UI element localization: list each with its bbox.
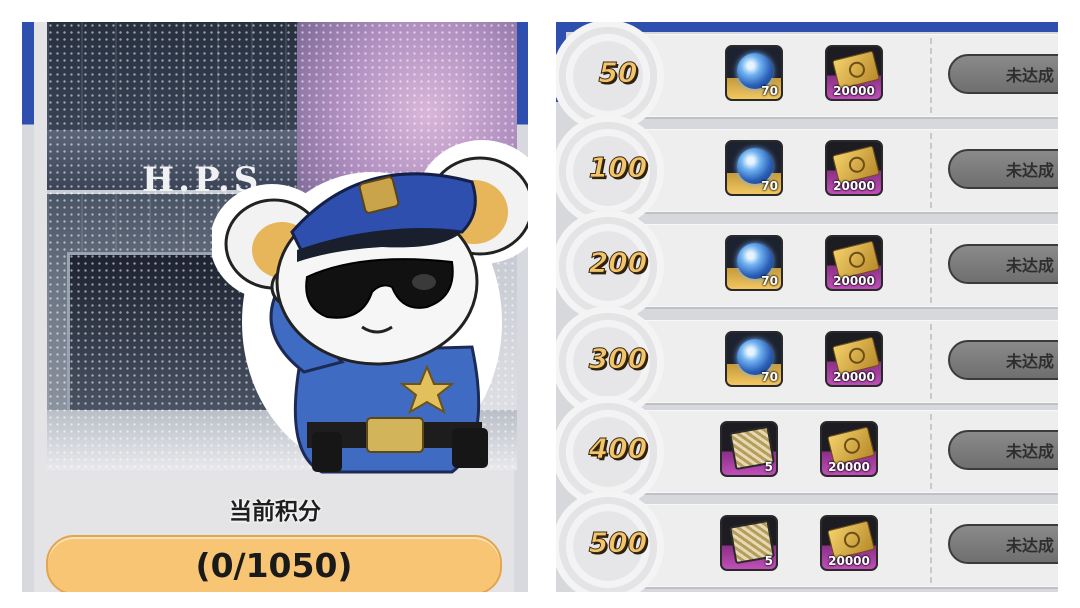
row-divider [930, 38, 932, 113]
reward-quantity: 5 [764, 554, 773, 568]
milestone-row: 200 70 20000 未达成 [556, 210, 1058, 322]
row-divider [930, 508, 932, 583]
milestone-points: 500 [588, 526, 648, 560]
claim-status-button[interactable]: 未达成 [948, 244, 1058, 284]
blue-orb-icon[interactable]: 70 [725, 331, 783, 387]
gold-ticket-icon[interactable]: 20000 [820, 515, 878, 571]
current-score-label: 当前积分 [229, 499, 321, 525]
blue-orb-icon[interactable]: 70 [725, 45, 783, 101]
row-divider [930, 228, 932, 303]
reward-quantity: 70 [761, 274, 778, 288]
image-gap [528, 0, 556, 608]
milestone-points: 50 [598, 56, 638, 90]
milestone-row: 500 5 20000 未达成 [556, 490, 1058, 592]
blue-orb-icon[interactable]: 70 [725, 235, 783, 291]
claim-status-label: 未达成 [1006, 352, 1055, 371]
reward-quantity: 70 [761, 179, 778, 193]
current-score-display: (0/1050) [46, 535, 502, 592]
card-pack-icon[interactable]: 5 [720, 515, 778, 571]
reward-quantity: 20000 [833, 370, 875, 384]
reward-quantity: 20000 [833, 274, 875, 288]
card-pack-icon[interactable]: 5 [720, 421, 778, 477]
row-divider [930, 133, 932, 208]
milestone-points: 400 [588, 432, 648, 466]
milestone-points: 100 [588, 151, 648, 185]
gold-ticket-icon[interactable]: 20000 [825, 45, 883, 101]
milestone-points: 200 [588, 246, 648, 280]
reward-quantity: 20000 [833, 179, 875, 193]
claim-status-button[interactable]: 未达成 [948, 149, 1058, 189]
gold-ticket-icon[interactable]: 20000 [825, 331, 883, 387]
blue-orb-icon[interactable]: 70 [725, 140, 783, 196]
claim-status-button[interactable]: 未达成 [948, 340, 1058, 380]
row-divider [930, 324, 932, 399]
reward-quantity: 20000 [828, 554, 870, 568]
gold-ticket-icon[interactable]: 20000 [825, 140, 883, 196]
milestone-points: 300 [588, 342, 648, 376]
gold-ticket-icon[interactable]: 20000 [825, 235, 883, 291]
event-banner-panel: H.P.S 当前积分 (0/1050) [22, 22, 528, 592]
claim-status-label: 未达成 [1006, 161, 1055, 180]
claim-status-button[interactable]: 未达成 [948, 524, 1058, 564]
claim-status-label: 未达成 [1006, 66, 1055, 85]
reward-quantity: 20000 [833, 84, 875, 98]
claim-status-button[interactable]: 未达成 [948, 54, 1058, 94]
claim-status-label: 未达成 [1006, 256, 1055, 275]
milestone-row: 50 70 20000 未达成 [556, 22, 1058, 132]
claim-status-label: 未达成 [1006, 536, 1055, 555]
row-divider [930, 414, 932, 489]
milestone-row: 100 70 20000 未达成 [556, 115, 1058, 227]
claim-status-label: 未达成 [1006, 442, 1055, 461]
reward-quantity: 70 [761, 84, 778, 98]
reward-quantity: 20000 [828, 460, 870, 474]
gold-ticket-icon[interactable]: 20000 [820, 421, 878, 477]
reward-quantity: 5 [764, 460, 773, 474]
reward-quantity: 70 [761, 370, 778, 384]
milestone-row: 300 70 20000 未达成 [556, 306, 1058, 418]
milestone-reward-list: 50 70 20000 未达成 100 70 20000 未达成 200 70 20000 未达成 30… [556, 22, 1058, 592]
claim-status-button[interactable]: 未达成 [948, 430, 1058, 470]
milestone-row: 400 5 20000 未达成 [556, 396, 1058, 508]
police-hamster-mascot-icon [212, 140, 528, 474]
